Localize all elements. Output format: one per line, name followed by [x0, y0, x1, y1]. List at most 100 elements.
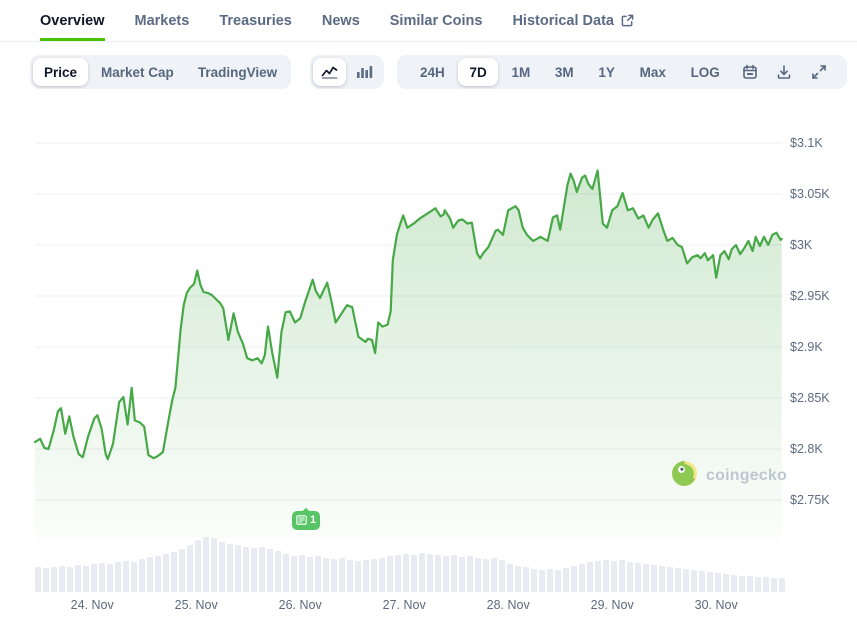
volume-bar	[371, 559, 377, 592]
volume-bar	[675, 568, 681, 592]
volume-bar	[611, 561, 617, 592]
volume-bar	[587, 562, 593, 592]
news-event-count: 1	[310, 515, 316, 526]
volume-bar	[643, 564, 649, 592]
coingecko-logo-icon	[671, 460, 698, 492]
volume-bar	[139, 559, 145, 592]
volume-bar	[259, 547, 265, 592]
volume-bar	[83, 566, 89, 592]
volume-bar	[395, 555, 401, 592]
volume-bar	[51, 567, 57, 592]
volume-bar	[123, 561, 129, 592]
volume-bar	[299, 555, 305, 592]
volume-bar	[699, 571, 705, 592]
volume-bar	[43, 568, 49, 592]
volume-bar	[619, 560, 625, 592]
volume-bar	[179, 549, 185, 592]
coingecko-watermark-label: coingecko	[706, 467, 787, 485]
volume-bar	[555, 570, 561, 592]
volume-bar	[691, 570, 697, 592]
volume-bar	[187, 545, 193, 592]
volume-bar	[331, 559, 337, 592]
volume-bar	[387, 556, 393, 592]
volume-bar	[667, 567, 673, 592]
volume-bar	[307, 557, 313, 592]
volume-bar	[747, 576, 753, 592]
volume-bar	[203, 537, 209, 592]
volume-bar	[499, 560, 505, 592]
volume-bar	[67, 567, 73, 592]
volume-bar	[35, 567, 41, 592]
volume-bar	[779, 578, 785, 592]
volume-bar	[475, 558, 481, 592]
volume-bar	[731, 575, 737, 592]
volume-bar	[59, 566, 65, 592]
volume-bar	[131, 562, 137, 592]
volume-bar	[315, 556, 321, 592]
volume-bar	[635, 563, 641, 592]
volume-bar	[467, 556, 473, 592]
volume-bar	[195, 540, 201, 592]
volume-bar	[651, 565, 657, 592]
volume-bar	[219, 542, 225, 592]
volume-bar	[595, 561, 601, 592]
volume-bar	[427, 554, 433, 592]
volume-bar	[275, 551, 281, 592]
volume-bar	[115, 562, 121, 592]
volume-bar	[283, 554, 289, 592]
volume-bar	[171, 552, 177, 592]
volume-bar	[771, 578, 777, 592]
price-area-fill	[35, 171, 782, 539]
news-event-badge[interactable]: 1	[292, 511, 320, 530]
volume-bar	[707, 572, 713, 592]
volume-bar	[211, 538, 217, 592]
volume-bars	[35, 537, 785, 592]
volume-bar	[291, 556, 297, 592]
volume-bar	[339, 558, 345, 592]
volume-bar	[91, 564, 97, 592]
volume-bar	[147, 557, 153, 592]
price-chart-canvas[interactable]	[0, 0, 857, 623]
volume-bar	[579, 564, 585, 592]
volume-bar	[163, 554, 169, 592]
volume-bar	[603, 560, 609, 592]
volume-bar	[563, 568, 569, 592]
volume-bar	[459, 557, 465, 592]
volume-bar	[539, 570, 545, 592]
volume-bar	[715, 573, 721, 592]
volume-bar	[227, 544, 233, 592]
volume-bar	[75, 565, 81, 592]
volume-bar	[379, 558, 385, 592]
volume-bar	[419, 553, 425, 592]
volume-bar	[355, 561, 361, 592]
volume-bar	[107, 564, 113, 592]
volume-bar	[763, 577, 769, 592]
volume-bar	[507, 564, 513, 592]
volume-bar	[659, 566, 665, 592]
volume-bar	[451, 555, 457, 592]
volume-bar	[627, 562, 633, 592]
volume-bar	[739, 576, 745, 592]
volume-bar	[723, 574, 729, 592]
volume-bar	[235, 545, 241, 592]
volume-bar	[443, 556, 449, 592]
volume-bar	[515, 566, 521, 592]
volume-bar	[251, 548, 257, 592]
news-icon	[296, 512, 307, 530]
coingecko-watermark: coingecko	[671, 460, 787, 492]
volume-bar	[267, 549, 273, 592]
coin-chart-page: Overview Markets Treasuries News Similar…	[0, 0, 857, 623]
volume-bar	[411, 555, 417, 592]
volume-bar	[755, 577, 761, 592]
volume-bar	[155, 556, 161, 592]
volume-bar	[683, 569, 689, 592]
volume-bar	[363, 560, 369, 592]
volume-bar	[435, 555, 441, 592]
volume-bar	[323, 558, 329, 592]
volume-bar	[483, 559, 489, 592]
volume-bar	[243, 547, 249, 592]
volume-bar	[99, 563, 105, 592]
volume-bar	[531, 569, 537, 592]
volume-bar	[403, 554, 409, 592]
volume-bar	[491, 558, 497, 592]
